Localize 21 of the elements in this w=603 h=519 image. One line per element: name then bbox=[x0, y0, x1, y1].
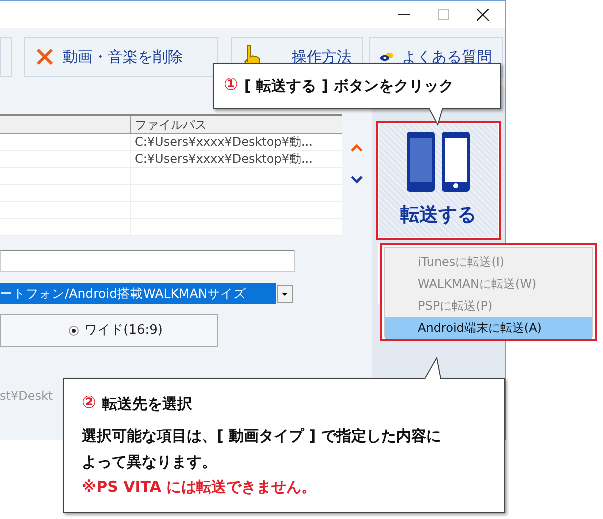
callout-title: 転送先を選択 bbox=[102, 394, 192, 414]
toolbar-button[interactable]: 動画・音楽を削除 bbox=[24, 37, 218, 77]
callout-text: 選択可能な項目は、[ 動画タイプ ] で指定した内容によって異なります。 bbox=[82, 426, 442, 472]
step-number: ② bbox=[82, 392, 96, 415]
transfer-button[interactable]: 転送する bbox=[378, 123, 499, 238]
status-path: st¥Deskt bbox=[0, 388, 54, 405]
step-number: ① bbox=[224, 74, 238, 98]
close-icon bbox=[35, 47, 55, 67]
minimize-icon[interactable] bbox=[398, 14, 410, 16]
table-cell-text: C:¥Users¥xxxx¥Desktop¥動... bbox=[134, 151, 314, 167]
smartphones-icon bbox=[406, 131, 472, 194]
move-up-icon[interactable] bbox=[351, 144, 363, 152]
callout-note: ※PS VITA には転送できません。 bbox=[82, 476, 318, 496]
menu-item[interactable]: Android端末に転送(A) bbox=[385, 317, 592, 339]
size-select[interactable]: ートフォン/Android搭載WALKMANサイズ bbox=[0, 283, 276, 304]
input-field[interactable] bbox=[0, 250, 295, 272]
move-down-icon[interactable] bbox=[351, 176, 363, 184]
table-cell-text: C:¥Users¥xxxx¥Desktop¥動... bbox=[134, 134, 314, 150]
callout-title: [ 転送する ] ボタンをクリック bbox=[244, 76, 454, 97]
close-icon[interactable] bbox=[477, 8, 489, 20]
radio-button[interactable] bbox=[68, 326, 79, 336]
